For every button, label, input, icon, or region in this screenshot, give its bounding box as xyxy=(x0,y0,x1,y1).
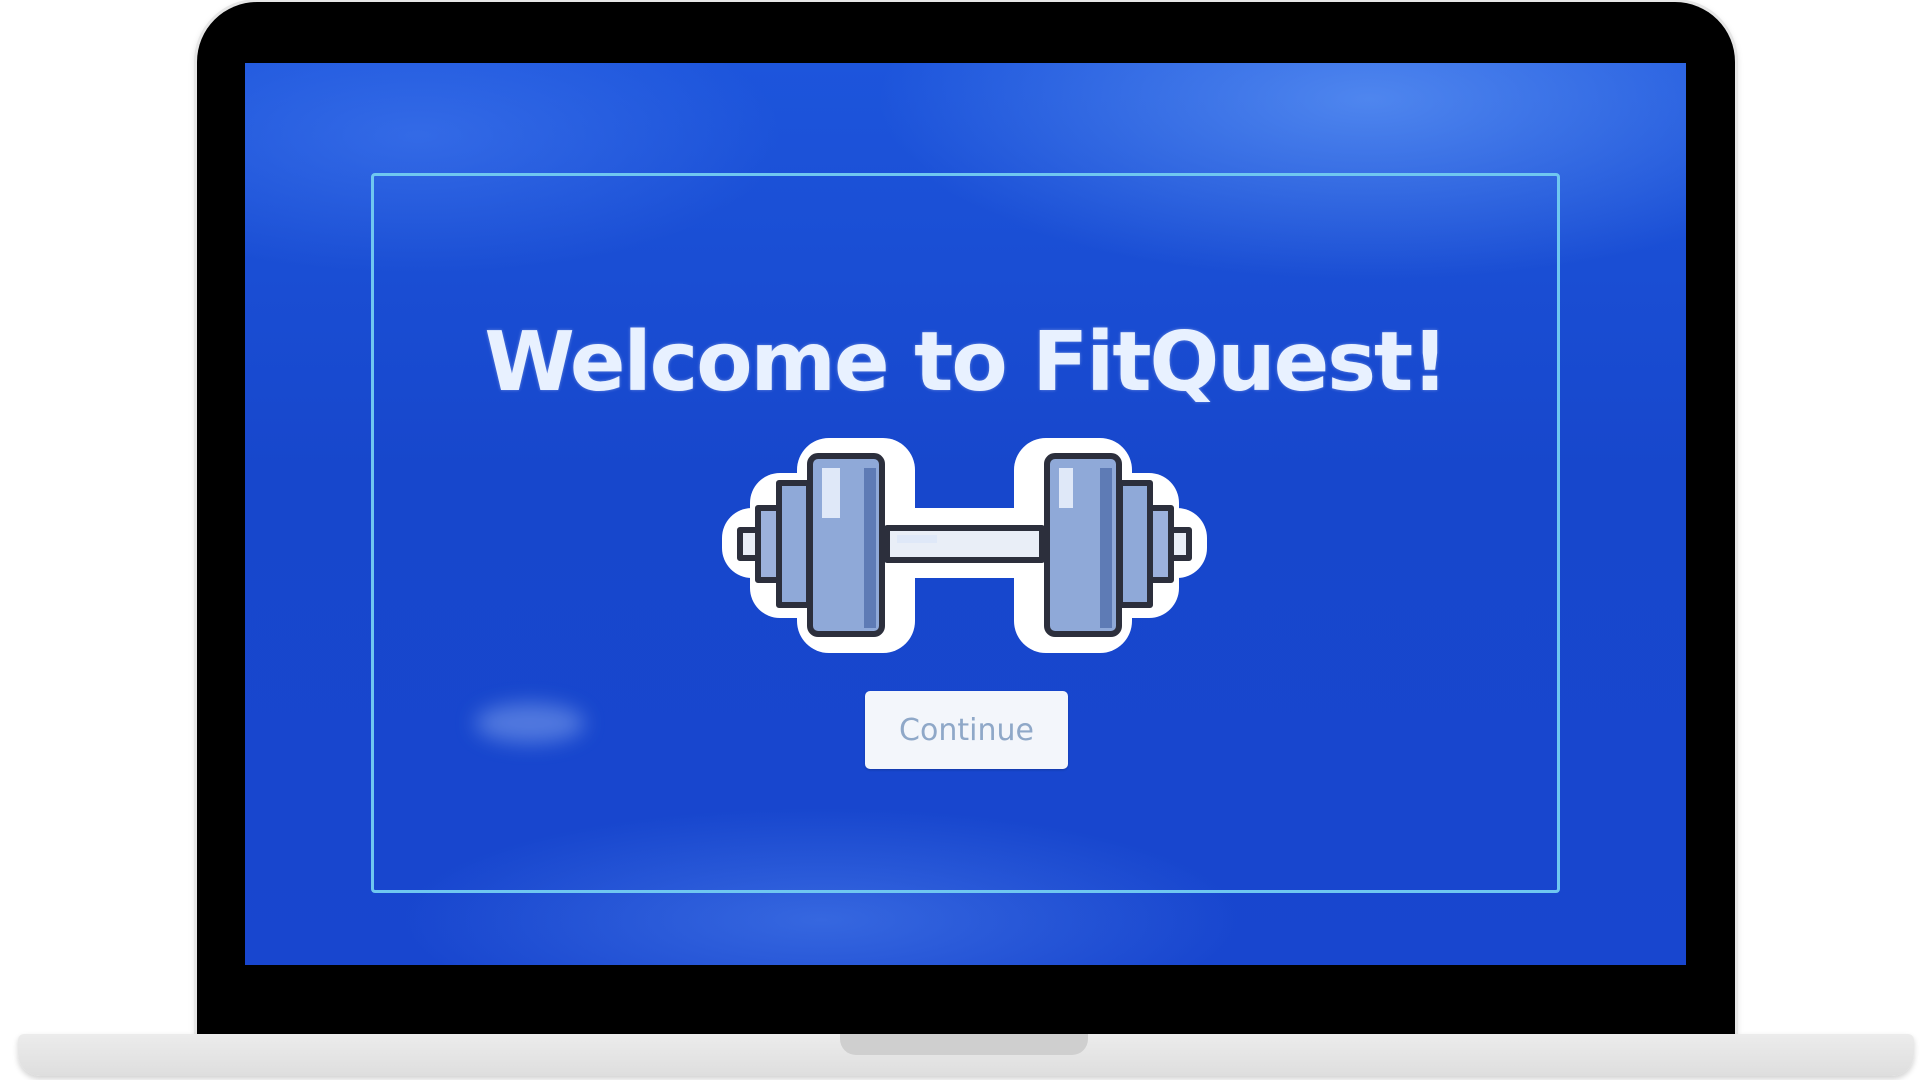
dumbbell-icon xyxy=(722,438,1207,653)
laptop-mockup: Welcome to FitQuest! Continue xyxy=(0,0,1920,1080)
laptop-notch xyxy=(840,1034,1088,1055)
continue-button[interactable]: Continue xyxy=(865,691,1068,769)
laptop-screen: Welcome to FitQuest! Continue xyxy=(245,63,1686,965)
laptop-base xyxy=(18,1034,1914,1076)
welcome-title: Welcome to FitQuest! xyxy=(484,315,1448,410)
